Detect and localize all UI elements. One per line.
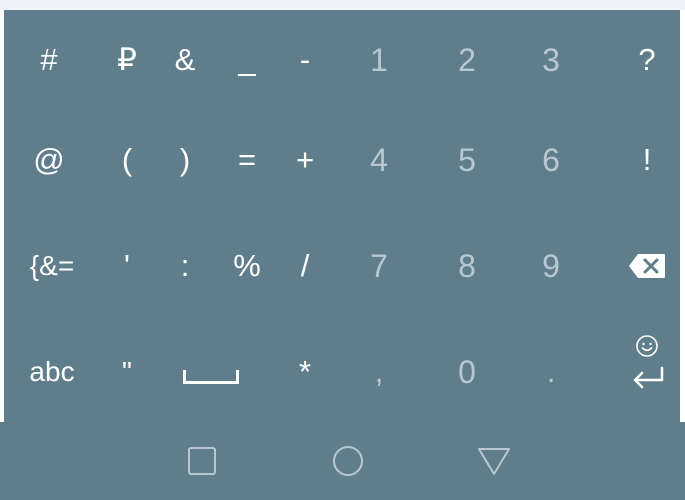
- key-1[interactable]: 1: [348, 10, 410, 110]
- space-bar-icon: [183, 370, 239, 384]
- symbols-keyboard: # ₽ & _ - 1 2 3 ? @ ( ) = + 4 5 6 ! {&= …: [4, 10, 680, 422]
- key-minus[interactable]: -: [274, 10, 336, 110]
- keyboard-row-4: abc " * , 0 .: [4, 322, 680, 422]
- key-0[interactable]: 0: [436, 322, 498, 422]
- enter-emoji-group: [617, 322, 677, 422]
- key-9[interactable]: 9: [520, 216, 582, 316]
- key-enter[interactable]: [616, 322, 678, 422]
- circle-home-icon: [333, 446, 363, 476]
- key-colon[interactable]: :: [154, 216, 216, 316]
- back-button[interactable]: [464, 422, 524, 500]
- key-equals[interactable]: =: [216, 110, 278, 210]
- screen: # ₽ & _ - 1 2 3 ? @ ( ) = + 4 5 6 ! {&= …: [0, 0, 685, 500]
- key-question[interactable]: ?: [616, 10, 678, 110]
- key-7[interactable]: 7: [348, 216, 410, 316]
- key-6[interactable]: 6: [520, 110, 582, 210]
- recents-button[interactable]: [172, 422, 232, 500]
- key-quote[interactable]: ": [96, 322, 158, 422]
- top-strip: [0, 0, 685, 10]
- square-recents-icon: [188, 447, 216, 475]
- key-period[interactable]: .: [520, 322, 582, 422]
- key-more-symbols[interactable]: {&=: [10, 216, 94, 316]
- key-plus[interactable]: +: [274, 110, 336, 210]
- keyboard-row-3: {&= ' : % / 7 8 9: [4, 216, 680, 316]
- key-asterisk[interactable]: *: [274, 322, 336, 422]
- keyboard-row-1: # ₽ & _ - 1 2 3 ?: [4, 10, 680, 110]
- home-button[interactable]: [318, 422, 378, 500]
- key-5[interactable]: 5: [436, 110, 498, 210]
- key-8[interactable]: 8: [436, 216, 498, 316]
- backspace-key[interactable]: [616, 216, 678, 316]
- triangle-back-icon: [478, 448, 510, 475]
- key-exclamation[interactable]: !: [616, 110, 678, 210]
- key-ampersand[interactable]: &: [154, 10, 216, 110]
- key-ruble[interactable]: ₽: [96, 10, 158, 110]
- key-2[interactable]: 2: [436, 10, 498, 110]
- emoji-icon: [636, 335, 658, 357]
- key-space[interactable]: [164, 322, 258, 422]
- key-comma[interactable]: ,: [348, 322, 410, 422]
- navigation-bar: [0, 422, 685, 500]
- key-at[interactable]: @: [18, 110, 80, 210]
- key-abc[interactable]: abc: [10, 322, 94, 422]
- backspace-icon: [629, 254, 665, 278]
- key-4[interactable]: 4: [348, 110, 410, 210]
- key-percent[interactable]: %: [216, 216, 278, 316]
- enter-icon: [633, 366, 664, 389]
- key-apostrophe[interactable]: ': [96, 216, 158, 316]
- key-3[interactable]: 3: [520, 10, 582, 110]
- key-slash[interactable]: /: [274, 216, 336, 316]
- key-underscore[interactable]: _: [216, 10, 278, 110]
- key-close-paren[interactable]: ): [154, 110, 216, 210]
- key-hash[interactable]: #: [18, 10, 80, 110]
- keyboard-row-2: @ ( ) = + 4 5 6 !: [4, 110, 680, 210]
- key-open-paren[interactable]: (: [96, 110, 158, 210]
